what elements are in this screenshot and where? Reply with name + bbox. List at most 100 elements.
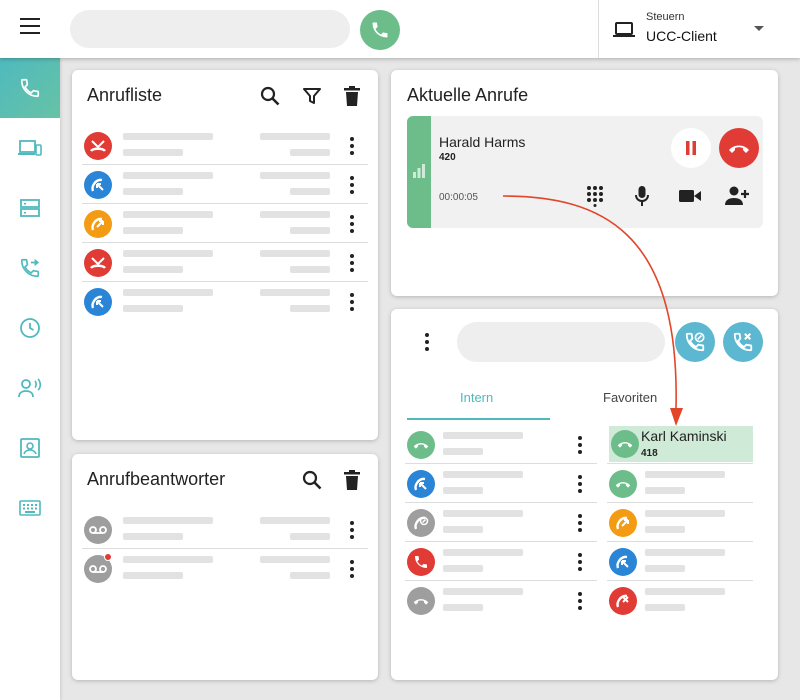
server-icon xyxy=(20,199,40,217)
list-item[interactable] xyxy=(82,283,368,321)
chevron-down-icon[interactable] xyxy=(754,26,764,31)
call-duration: 00:00:05 xyxy=(439,192,478,203)
phone-icon xyxy=(372,22,388,38)
microphone-icon[interactable] xyxy=(629,183,655,209)
delete-icon[interactable] xyxy=(340,468,364,492)
list-item[interactable] xyxy=(607,465,753,503)
missed-call-icon xyxy=(84,132,112,160)
call-pickup-button[interactable] xyxy=(675,322,715,362)
more-icon[interactable] xyxy=(347,135,357,157)
busy-phone-icon xyxy=(407,548,435,576)
add-participant-icon[interactable] xyxy=(724,183,750,209)
signal-icon xyxy=(413,164,425,178)
incoming-call-icon xyxy=(84,288,112,316)
contact-search-input[interactable] xyxy=(457,322,665,362)
sidebar-item-server[interactable] xyxy=(0,178,60,238)
search-icon[interactable] xyxy=(258,84,282,108)
sidebar-item-presence[interactable] xyxy=(0,358,60,418)
search-icon[interactable] xyxy=(300,468,324,492)
call-list-card: Anrufliste xyxy=(72,70,378,440)
call-button[interactable] xyxy=(360,10,400,50)
clock-icon xyxy=(20,318,40,338)
laptop-icon xyxy=(613,22,635,37)
outgoing-call-icon xyxy=(609,509,637,537)
device-selector-label: Steuern xyxy=(646,11,685,23)
idle-phone-icon xyxy=(609,470,637,498)
voicemail-card: Anrufbeantworter xyxy=(72,454,378,680)
sidebar-item-forwarding[interactable] xyxy=(0,238,60,298)
sidebar-item-history[interactable] xyxy=(0,298,60,358)
voicemail-icon xyxy=(84,516,112,544)
delete-icon[interactable] xyxy=(340,84,364,108)
list-item[interactable]: Karl Kaminski 418 xyxy=(607,426,753,464)
sidebar-item-calls[interactable] xyxy=(0,58,60,118)
list-item[interactable] xyxy=(405,465,597,503)
phone-icon xyxy=(20,78,40,98)
sidebar-item-contacts[interactable] xyxy=(0,418,60,478)
list-item[interactable] xyxy=(405,504,597,542)
missed-call-icon xyxy=(84,249,112,277)
search-input[interactable] xyxy=(70,10,350,48)
list-item[interactable] xyxy=(82,511,368,549)
caller-name: Harald Harms xyxy=(439,134,526,150)
list-item[interactable] xyxy=(82,166,368,204)
device-selector-value: UCC-Client xyxy=(646,28,717,44)
dialpad-icon[interactable] xyxy=(582,183,608,209)
unread-badge xyxy=(104,553,112,561)
voice-icon xyxy=(18,378,42,398)
list-item[interactable] xyxy=(82,205,368,243)
more-icon[interactable] xyxy=(347,558,357,580)
device-selector[interactable]: Steuern UCC-Client xyxy=(598,0,800,58)
video-icon[interactable] xyxy=(677,183,703,209)
more-icon[interactable] xyxy=(575,551,585,573)
call-pickup-icon xyxy=(685,332,705,352)
sidebar-item-dialpad[interactable] xyxy=(0,478,60,538)
list-item[interactable] xyxy=(607,543,753,581)
list-item[interactable] xyxy=(607,582,753,620)
list-item[interactable] xyxy=(607,504,753,542)
hold-button[interactable] xyxy=(671,128,711,168)
list-item[interactable] xyxy=(405,426,597,464)
call-reject-button[interactable] xyxy=(723,322,763,362)
more-icon[interactable] xyxy=(422,331,432,353)
menu-icon[interactable] xyxy=(20,18,40,34)
contacts-card: Intern Favoriten Karl Kaminski 418 xyxy=(391,309,778,680)
sidebar-item-devices[interactable] xyxy=(0,118,60,178)
contact-number: 418 xyxy=(641,448,658,459)
more-icon[interactable] xyxy=(575,434,585,456)
top-bar: Steuern UCC-Client xyxy=(0,0,800,58)
list-item[interactable] xyxy=(405,582,597,620)
more-icon[interactable] xyxy=(347,291,357,313)
more-icon[interactable] xyxy=(575,590,585,612)
more-icon[interactable] xyxy=(347,174,357,196)
current-calls-card: Aktuelle Anrufe Harald Harms 420 00:00:0… xyxy=(391,70,778,296)
hangup-button[interactable] xyxy=(719,128,759,168)
tab-intern[interactable]: Intern xyxy=(460,390,493,405)
more-icon[interactable] xyxy=(347,213,357,235)
filter-icon[interactable] xyxy=(300,84,324,108)
incoming-call-icon xyxy=(609,548,637,576)
incoming-call-icon xyxy=(84,171,112,199)
list-item[interactable] xyxy=(82,550,368,588)
more-icon[interactable] xyxy=(575,473,585,495)
sidebar xyxy=(0,58,60,700)
devices-icon xyxy=(18,140,42,156)
call-forward-icon xyxy=(20,258,40,278)
idle-phone-icon xyxy=(407,431,435,459)
list-item[interactable] xyxy=(405,543,597,581)
call-status-strip xyxy=(407,116,431,228)
list-item[interactable] xyxy=(82,127,368,165)
card-title: Anrufbeantworter xyxy=(87,469,226,489)
outgoing-call-icon xyxy=(84,210,112,238)
contact-name: Karl Kaminski xyxy=(641,428,727,444)
more-icon[interactable] xyxy=(575,512,585,534)
more-icon[interactable] xyxy=(347,252,357,274)
card-title: Aktuelle Anrufe xyxy=(407,85,529,105)
call-blocked-icon xyxy=(609,587,637,615)
tab-favoriten[interactable]: Favoriten xyxy=(603,390,657,405)
pause-icon xyxy=(686,141,696,155)
list-item[interactable] xyxy=(82,244,368,282)
more-icon[interactable] xyxy=(347,519,357,541)
active-call: Harald Harms 420 00:00:05 xyxy=(407,116,763,228)
active-tab-indicator xyxy=(407,418,550,420)
